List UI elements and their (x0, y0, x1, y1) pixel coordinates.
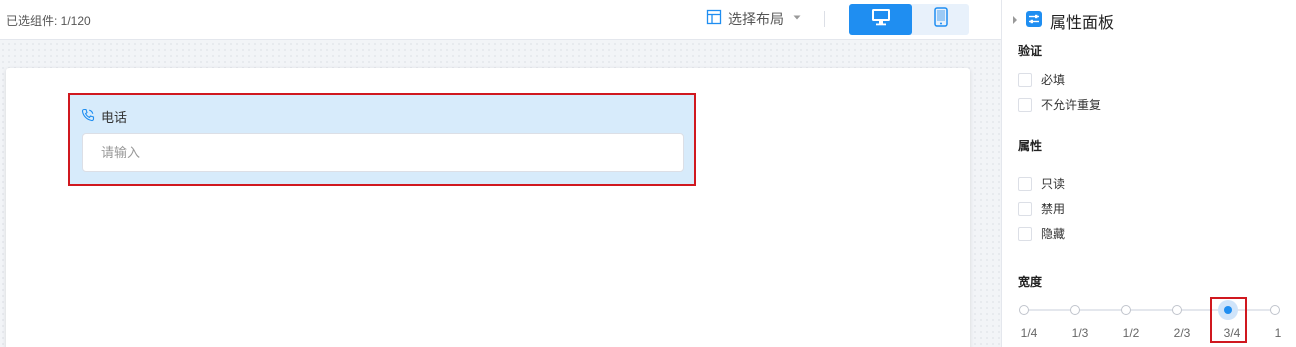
required-checkbox[interactable]: 必填 (1018, 71, 1065, 88)
desktop-icon (871, 8, 891, 31)
property-panel: 属性面板 验证 必填 不允许重复 属性 只读 禁用 隐藏 宽度 1/4 1/3 … (1001, 0, 1296, 347)
app-root: 已选组件: 1/120 选择布局 电话 请输入 属性面板 验证 必填 不允许重复… (0, 0, 1296, 347)
hidden-checkbox[interactable]: 隐藏 (1018, 225, 1065, 242)
device-switch (849, 4, 969, 35)
layout-icon (706, 9, 722, 30)
phone-field-selected[interactable]: 电话 (68, 93, 696, 186)
attributes-section-title: 属性 (1018, 139, 1043, 153)
hidden-checkbox-label: 隐藏 (1041, 227, 1066, 241)
width-stop-1-4[interactable] (1019, 305, 1029, 315)
phone-input[interactable] (82, 133, 684, 172)
property-panel-title: 属性面板 (1050, 15, 1115, 32)
editor-area: 已选组件: 1/120 选择布局 电话 请输入 (0, 0, 1001, 347)
no-duplicate-checkbox[interactable]: 不允许重复 (1018, 96, 1101, 113)
desktop-view-button[interactable] (849, 4, 912, 35)
choose-layout-button[interactable]: 选择布局 (706, 9, 804, 29)
readonly-checkbox-label: 只读 (1041, 177, 1066, 191)
phone-icon (81, 108, 95, 125)
disabled-checkbox-box[interactable] (1018, 201, 1032, 216)
width-tick-label[interactable]: 1/3 (1072, 326, 1089, 340)
no-duplicate-checkbox-label: 不允许重复 (1041, 98, 1102, 112)
caret-down-icon (790, 10, 804, 29)
hidden-checkbox-box[interactable] (1018, 226, 1032, 241)
form-canvas: 电话 (6, 68, 970, 347)
width-tick-label[interactable]: 1 (1275, 326, 1282, 340)
settings-panel-icon (1026, 10, 1042, 32)
width-stop-2-3[interactable] (1172, 305, 1182, 315)
required-checkbox-box[interactable] (1018, 72, 1032, 87)
disabled-checkbox-label: 禁用 (1041, 202, 1066, 216)
width-tick-label[interactable]: 1/2 (1123, 326, 1140, 340)
choose-layout-label: 选择布局 (728, 11, 784, 27)
editor-toolbar: 已选组件: 1/120 选择布局 (0, 0, 1001, 40)
phone-field-label-row: 电话 (81, 107, 127, 126)
caret-right-icon (1012, 12, 1018, 30)
required-checkbox-label: 必填 (1041, 73, 1066, 87)
validation-section-title: 验证 (1018, 44, 1043, 58)
selected-count: 已选组件: 1/120 (6, 14, 91, 28)
width-stop-1-3[interactable] (1070, 305, 1080, 315)
readonly-checkbox-box[interactable] (1018, 176, 1032, 191)
width-tick-label[interactable]: 1/4 (1021, 326, 1038, 340)
tablet-icon (933, 7, 948, 32)
width-tick-label[interactable]: 2/3 (1174, 326, 1191, 340)
width-stop-1-2[interactable] (1121, 305, 1131, 315)
toolbar-divider (824, 11, 825, 27)
phone-field-label: 电话 (101, 110, 128, 125)
selected-width-highlight (1210, 297, 1247, 343)
property-panel-header[interactable]: 属性面板 (1012, 9, 1114, 33)
readonly-checkbox[interactable]: 只读 (1018, 175, 1065, 192)
no-duplicate-checkbox-box[interactable] (1018, 97, 1032, 112)
tablet-view-button[interactable] (912, 4, 969, 35)
width-section-title: 宽度 (1018, 275, 1043, 289)
disabled-checkbox[interactable]: 禁用 (1018, 200, 1065, 217)
width-stop-1[interactable] (1270, 305, 1280, 315)
